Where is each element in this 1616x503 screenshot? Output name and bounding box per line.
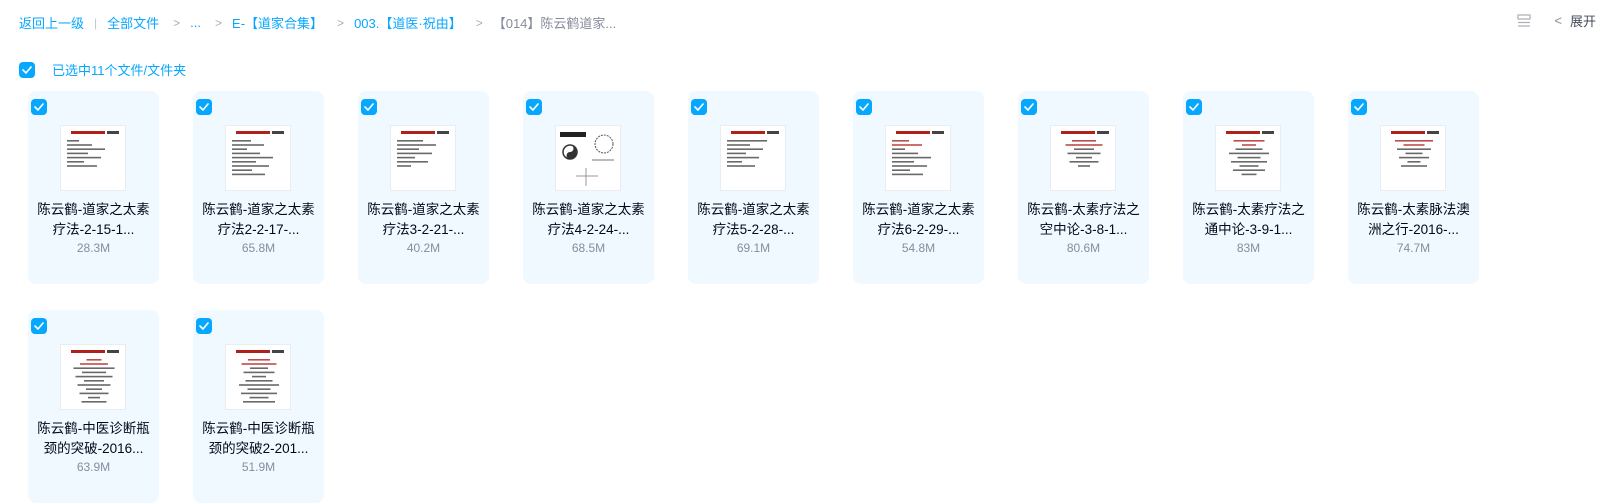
file-name-line1: 陈云鹤-太素脉法澳	[1357, 202, 1470, 217]
file-name-line1: 陈云鹤-太素疗法之	[1027, 202, 1140, 217]
file-name: 陈云鹤-道家之太素 疗法4-2-24-...	[527, 200, 650, 240]
back-link[interactable]: 返回上一级	[19, 13, 84, 32]
file-size: 69.1M	[736, 241, 771, 255]
file-name: 陈云鹤-道家之太素 疗法5-2-28-...	[692, 200, 815, 240]
file-size: 80.6M	[1066, 241, 1101, 255]
file-name-line1: 陈云鹤-道家之太素	[532, 202, 645, 217]
breadcrumb: 返回上一级 | 全部文件 > ... > E-【道家合集】 > 003.【道医·…	[19, 13, 616, 32]
file-thumbnail	[555, 125, 621, 191]
file-name-line2: 疗法6-2-29-...	[877, 222, 960, 237]
selection-count-label: 已选中11个文件/文件夹	[52, 63, 187, 78]
file-card[interactable]: 陈云鹤-道家之太素 疗法5-2-28-... 69.1M	[688, 91, 819, 284]
file-thumbnail	[60, 125, 126, 191]
file-name: 陈云鹤-太素疗法之 空中论-3-8-1...	[1022, 200, 1145, 240]
file-name: 陈云鹤-太素脉法澳 洲之行-2016-...	[1352, 200, 1475, 240]
file-name-line1: 陈云鹤-道家之太素	[697, 202, 810, 217]
file-card[interactable]: 陈云鹤-道家之太素 疗法4-2-24-... 68.5M	[523, 91, 654, 284]
file-card[interactable]: 陈云鹤-道家之太素 疗法3-2-21-... 40.2M	[358, 91, 489, 284]
file-name-line2: 通中论-3-9-1...	[1204, 222, 1293, 237]
file-checkbox[interactable]	[196, 99, 212, 115]
file-name-line2: 疗法4-2-24-...	[547, 222, 630, 237]
file-size: 40.2M	[406, 241, 441, 255]
file-size: 28.3M	[76, 241, 111, 255]
file-name: 陈云鹤-道家之太素 疗法2-2-17-...	[197, 200, 320, 240]
expand-button[interactable]: 展开	[1570, 11, 1596, 30]
file-name-line2: 疗法3-2-21-...	[382, 222, 465, 237]
select-all-checkbox[interactable]	[19, 61, 35, 78]
breadcrumb-separator-icon: >	[475, 15, 483, 30]
file-thumbnail	[885, 125, 951, 191]
file-size: 65.8M	[241, 241, 276, 255]
file-name-line1: 陈云鹤-中医诊断瓶	[202, 421, 315, 436]
breadcrumb-level1[interactable]: E-【道家合集】	[232, 13, 323, 32]
file-name-line1: 陈云鹤-道家之太素	[37, 202, 150, 217]
file-name-line1: 陈云鹤-中医诊断瓶	[37, 421, 150, 436]
file-name-line2: 空中论-3-8-1...	[1039, 222, 1128, 237]
breadcrumb-divider: |	[94, 15, 98, 30]
file-name: 陈云鹤-中医诊断瓶 颈的突破2-201...	[197, 419, 320, 459]
file-size: 68.5M	[571, 241, 606, 255]
chevron-left-icon[interactable]: <	[1554, 13, 1562, 28]
file-name-line2: 颈的突破2-201...	[208, 441, 309, 456]
breadcrumb-separator-icon: >	[215, 15, 223, 30]
file-checkbox[interactable]	[1021, 99, 1037, 115]
file-card[interactable]: 陈云鹤-太素疗法之 空中论-3-8-1... 80.6M	[1018, 91, 1149, 284]
file-card[interactable]: 陈云鹤-中医诊断瓶 颈的突破2-201... 51.9M	[193, 310, 324, 503]
file-thumbnail	[720, 125, 786, 191]
file-name-line2: 颈的突破-2016...	[43, 441, 144, 456]
file-size: 51.9M	[241, 460, 276, 474]
file-checkbox[interactable]	[691, 99, 707, 115]
file-thumbnail	[225, 344, 291, 410]
breadcrumb-level2[interactable]: 003.【道医·祝由】	[354, 13, 462, 32]
file-card[interactable]: 陈云鹤-中医诊断瓶 颈的突破-2016... 63.9M	[28, 310, 159, 503]
file-card[interactable]: 陈云鹤-道家之太素 疗法6-2-29-... 54.8M	[853, 91, 984, 284]
breadcrumb-all-files[interactable]: 全部文件	[107, 13, 159, 32]
file-checkbox[interactable]	[361, 99, 377, 115]
file-name-line2: 洲之行-2016-...	[1368, 222, 1459, 237]
file-checkbox[interactable]	[1186, 99, 1202, 115]
file-name-line1: 陈云鹤-道家之太素	[367, 202, 480, 217]
file-thumbnail	[60, 344, 126, 410]
file-name-line2: 疗法-2-15-1...	[52, 222, 135, 237]
file-name: 陈云鹤-太素疗法之 通中论-3-9-1...	[1187, 200, 1310, 240]
file-name-line2: 疗法5-2-28-...	[712, 222, 795, 237]
breadcrumb-separator-icon: >	[173, 15, 181, 30]
file-thumbnail	[1380, 125, 1446, 191]
file-checkbox[interactable]	[31, 318, 47, 334]
file-checkbox[interactable]	[196, 318, 212, 334]
selection-bar: 已选中11个文件/文件夹	[19, 60, 186, 79]
file-thumbnail	[390, 125, 456, 191]
file-name-line1: 陈云鹤-道家之太素	[862, 202, 975, 217]
file-size: 63.9M	[76, 460, 111, 474]
file-size: 54.8M	[901, 241, 936, 255]
file-card[interactable]: 陈云鹤-太素脉法澳 洲之行-2016-... 74.7M	[1348, 91, 1479, 284]
file-name-line1: 陈云鹤-道家之太素	[202, 202, 315, 217]
file-name: 陈云鹤-道家之太素 疗法6-2-29-...	[857, 200, 980, 240]
file-size: 74.7M	[1396, 241, 1431, 255]
list-view-icon[interactable]	[1516, 13, 1532, 29]
file-checkbox[interactable]	[856, 99, 872, 115]
file-name: 陈云鹤-道家之太素 疗法-2-15-1...	[32, 200, 155, 240]
file-size: 83M	[1236, 241, 1261, 255]
view-tools: < 展开	[1516, 11, 1596, 30]
file-card[interactable]: 陈云鹤-太素疗法之 通中论-3-9-1... 83M	[1183, 91, 1314, 284]
file-name-line1: 陈云鹤-太素疗法之	[1192, 202, 1305, 217]
file-thumbnail	[1215, 125, 1281, 191]
file-card[interactable]: 陈云鹤-道家之太素 疗法-2-15-1... 28.3M	[28, 91, 159, 284]
file-checkbox[interactable]	[526, 99, 542, 115]
file-checkbox[interactable]	[31, 99, 47, 115]
breadcrumb-separator-icon: >	[337, 15, 345, 30]
file-name: 陈云鹤-中医诊断瓶 颈的突破-2016...	[32, 419, 155, 459]
file-card[interactable]: 陈云鹤-道家之太素 疗法2-2-17-... 65.8M	[193, 91, 324, 284]
breadcrumb-current: 【014】陈云鹤道家...	[492, 16, 617, 31]
top-bar: 返回上一级 | 全部文件 > ... > E-【道家合集】 > 003.【道医·…	[0, 0, 1616, 44]
file-name: 陈云鹤-道家之太素 疗法3-2-21-...	[362, 200, 485, 240]
file-thumbnail	[225, 125, 291, 191]
breadcrumb-ellipsis[interactable]: ...	[190, 15, 201, 30]
file-checkbox[interactable]	[1351, 99, 1367, 115]
file-thumbnail	[1050, 125, 1116, 191]
file-name-line2: 疗法2-2-17-...	[217, 222, 300, 237]
